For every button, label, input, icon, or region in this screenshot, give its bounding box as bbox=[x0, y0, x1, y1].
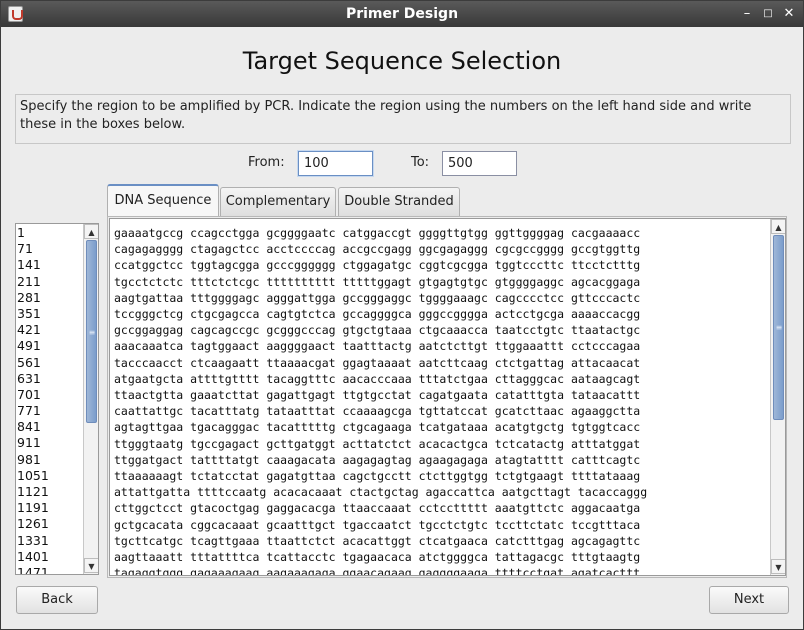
window-title: Primer Design bbox=[345, 6, 459, 22]
sequence-line: ttggatgact tattttatgt caaagacata aagagag… bbox=[114, 452, 641, 467]
tab-double-stranded[interactable]: Double Stranded bbox=[338, 187, 460, 216]
scroll-up-icon[interactable]: ▲ bbox=[771, 219, 785, 234]
sequence-line: aagttaaatt tttattttca tcattacctc tgagaac… bbox=[114, 550, 641, 565]
sequence-text: gaaaatgccg ccagcctgga gcggggaatc catggac… bbox=[114, 225, 648, 576]
sequence-line: gaaaatgccg ccagcctgga gcggggaatc catggac… bbox=[114, 226, 641, 240]
line-number: 491 bbox=[17, 338, 41, 354]
to-label: To: bbox=[411, 155, 430, 170]
sequence-line: caattattgc tacatttatg tataatttat ccaaaag… bbox=[114, 404, 641, 419]
line-number: 631 bbox=[17, 370, 41, 386]
scroll-up-icon[interactable]: ▲ bbox=[84, 224, 98, 239]
line-number: 981 bbox=[17, 451, 41, 467]
sequence-line: tgcctctctc tttctctcgc tttttttttt tttttgg… bbox=[114, 274, 641, 289]
sequence-line: ttaaaaaagt tctatcctat gagatgttaa cagctgc… bbox=[114, 469, 641, 484]
line-number: 1401 bbox=[17, 548, 49, 564]
sequence-line: aagtgattaa tttggggagc agggattgga gccggga… bbox=[114, 290, 641, 305]
line-number: 911 bbox=[17, 435, 41, 451]
minimize-icon[interactable]: – bbox=[738, 5, 756, 23]
page-title: Target Sequence Selection bbox=[242, 47, 562, 75]
tab-complementary[interactable]: Complementary bbox=[220, 187, 336, 216]
sequence-scrollbar[interactable]: ▲ ≡ ▼ bbox=[770, 219, 785, 575]
line-number: 1471 bbox=[17, 564, 49, 575]
sequence-line: ccatggctcc tggtagcgga gcccgggggg ctggaga… bbox=[114, 258, 641, 273]
next-button[interactable]: Next bbox=[709, 586, 789, 614]
line-number: 211 bbox=[17, 273, 41, 289]
sequence-line: aaacaaatca tagtggaact aaggggaact taattta… bbox=[114, 339, 641, 354]
primer-design-window: Primer Design – □ ✕ Target Sequence Sele… bbox=[0, 0, 804, 630]
line-number: 1191 bbox=[17, 500, 49, 516]
tab-dna-sequence[interactable]: DNA Sequence bbox=[107, 184, 219, 217]
sequence-line: tgcttcatgc tcagttgaaa ttaattctct acacatt… bbox=[114, 533, 641, 548]
sequence-line: cagagagggg ctagagctcc acctccccag accgccg… bbox=[114, 242, 641, 257]
line-number-list: 1 71 141 211 281 351 421 491 561 631 701 771 841 911 9… bbox=[15, 223, 99, 575]
line-number: 71 bbox=[17, 241, 33, 257]
sequence-line: agtagttgaa tgacagggac tacatttttg ctgcaga… bbox=[114, 420, 641, 435]
line-number-scrollbar[interactable]: ▲ ≡ ▼ bbox=[83, 224, 98, 574]
title-bar[interactable]: Primer Design – □ ✕ bbox=[1, 1, 803, 27]
sequence-line: tagaggtggg gagaaagaag aagaaagaga ggaacag… bbox=[114, 566, 641, 576]
scrollbar-thumb[interactable]: ≡ bbox=[86, 240, 97, 423]
grip-icon: ≡ bbox=[775, 323, 783, 332]
from-label: From: bbox=[248, 155, 285, 170]
back-button[interactable]: Back bbox=[16, 586, 98, 614]
line-number-column: 1 71 141 211 281 351 421 491 561 631 701 771 841 911 9… bbox=[16, 225, 49, 575]
line-number: 1261 bbox=[17, 516, 49, 532]
line-number: 1051 bbox=[17, 467, 49, 483]
from-input[interactable] bbox=[298, 151, 373, 176]
maximize-icon[interactable]: □ bbox=[759, 5, 777, 23]
line-number: 1331 bbox=[17, 532, 49, 548]
grip-icon: ≡ bbox=[88, 328, 96, 337]
line-number: 421 bbox=[17, 322, 41, 338]
line-number: 351 bbox=[17, 305, 41, 321]
scroll-down-icon[interactable]: ▼ bbox=[84, 558, 98, 573]
sequence-line: attattgatta ttttccaatg acacacaaat ctactg… bbox=[114, 485, 648, 500]
line-number: 701 bbox=[17, 386, 41, 402]
line-number: 561 bbox=[17, 354, 41, 370]
sequence-line: gccggaggag cagcagccgc gcgggcccag gtgctgt… bbox=[114, 323, 641, 338]
sequence-line: cttggctcct gtacoctgag gaggacacga ttaacca… bbox=[114, 501, 641, 516]
sequence-line: tacccaacct ctcaagaatt ttaaaacgat ggagtaa… bbox=[114, 355, 641, 370]
sequence-line: ttaactgtta gaaatcttat gagattgagt ttgtgcc… bbox=[114, 388, 641, 403]
sequence-line: tccgggctcg ctgcgagcca cagtgtctca gccaggg… bbox=[114, 307, 641, 322]
sequence-line: ttgggtaatg tgccgagact gcttgatggt acttatc… bbox=[114, 436, 641, 451]
line-number: 771 bbox=[17, 403, 41, 419]
sequence-line: gctgcacata cggcacaaat gcaatttgct tgaccaa… bbox=[114, 517, 641, 532]
instructions-text: Specify the region to be amplified by PC… bbox=[15, 94, 791, 144]
line-number: 281 bbox=[17, 289, 41, 305]
sequence-line: atgaatgcta attttgtttt tacaggtttc aacaccc… bbox=[114, 371, 641, 386]
scrollbar-thumb[interactable]: ≡ bbox=[773, 235, 784, 420]
line-number: 1 bbox=[17, 225, 25, 240]
close-icon[interactable]: ✕ bbox=[780, 5, 798, 23]
line-number: 1121 bbox=[17, 484, 49, 499]
to-input[interactable] bbox=[442, 151, 517, 176]
scroll-down-icon[interactable]: ▼ bbox=[771, 559, 785, 574]
sequence-text-area[interactable]: gaaaatgccg ccagcctgga gcggggaatc catggac… bbox=[109, 218, 786, 576]
line-number: 841 bbox=[17, 419, 41, 435]
line-number: 141 bbox=[17, 257, 41, 273]
